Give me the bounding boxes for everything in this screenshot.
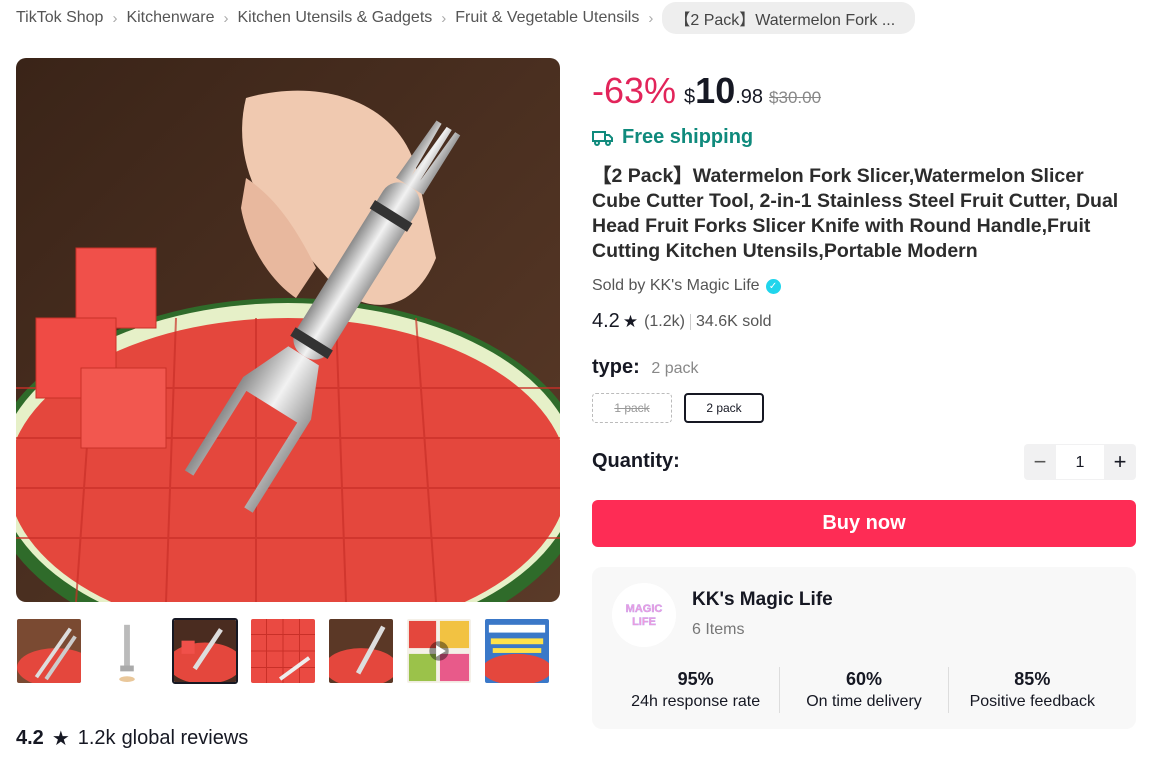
variant-label: type: [592, 356, 640, 378]
stat-value: 95% [677, 669, 714, 689]
thumbnail-3[interactable] [172, 618, 238, 684]
variant-option-2-pack[interactable]: 2 pack [684, 393, 764, 423]
shop-name[interactable]: KK's Magic Life [692, 589, 833, 611]
breadcrumb-fruit-vegetable[interactable]: Fruit & Vegetable Utensils [455, 9, 639, 27]
divider [689, 313, 691, 330]
price-currency: $ [684, 86, 696, 108]
stat-value: 85% [1014, 669, 1051, 689]
stat-label: Positive feedback [969, 693, 1096, 710]
reviews-rating: 4.2 [16, 727, 44, 749]
shop-logo-text-2: LIFE [632, 616, 656, 628]
breadcrumb-kitchenware[interactable]: Kitchenware [126, 9, 214, 27]
shop-items: 6 Items [692, 621, 745, 638]
star-icon: ★ [622, 311, 639, 331]
breadcrumb-current: 【2 Pack】Watermelon Fork ... [662, 2, 916, 34]
thumbnail-strip [16, 618, 550, 684]
stat-value: 60% [845, 669, 882, 689]
price-decimal: .98 [735, 86, 764, 108]
shop-card: MAGIC LIFE KK's Magic Life 6 Items 95% 2… [592, 567, 1136, 729]
quantity-stepper: − 1 + [1024, 444, 1136, 480]
free-shipping: Free shipping [592, 126, 753, 149]
reviews-count: 1.2k [77, 727, 116, 749]
chevron-right-icon: › [441, 9, 447, 27]
chevron-right-icon: › [112, 9, 118, 27]
breadcrumb-kitchen-utensils[interactable]: Kitchen Utensils & Gadgets [238, 9, 433, 27]
quantity-input[interactable]: 1 [1056, 444, 1104, 480]
chevron-right-icon: › [648, 9, 654, 27]
stat-label: 24h response rate [631, 693, 761, 710]
shop-stats: 95% 24h response rate 60% On time delive… [612, 667, 1116, 713]
rating-count: (1.2k) [644, 312, 685, 330]
stat-response-rate: 95% 24h response rate [612, 667, 779, 713]
variant-selected: 2 pack [651, 360, 699, 377]
stat-positive-feedback: 85% Positive feedback [947, 667, 1116, 713]
thumbnail-2[interactable] [94, 618, 160, 684]
plus-icon[interactable]: + [1104, 444, 1136, 480]
breadcrumb-tiktok-shop[interactable]: TikTok Shop [16, 9, 103, 27]
minus-icon[interactable]: − [1024, 444, 1056, 480]
chevron-right-icon: › [223, 9, 229, 27]
price-integer: 10 [695, 70, 736, 111]
thumbnail-7[interactable] [484, 618, 550, 684]
quantity-label: Quantity: [592, 450, 680, 472]
rating-value: 4.2 [592, 310, 620, 332]
shop-logo-text-1: MAGIC [626, 603, 663, 615]
price-row: -63% $ 10 .98 $30.00 [592, 70, 821, 112]
thumbnail-6-video[interactable] [406, 618, 472, 684]
product-main-image[interactable] [16, 58, 560, 602]
discount-badge: -63% [592, 70, 677, 111]
sold-by-label: Sold by KK's Magic Life [592, 277, 760, 294]
shipping-label: Free shipping [622, 126, 754, 148]
verified-check-icon: ✓ [765, 278, 781, 294]
thumbnail-5[interactable] [328, 618, 394, 684]
thumbnail-1[interactable] [16, 618, 82, 684]
stat-label: On time delivery [806, 693, 922, 710]
reviews-label: global reviews [121, 727, 249, 749]
stat-on-time-delivery: 60% On time delivery [779, 667, 947, 713]
truck-icon [592, 130, 613, 146]
sold-count: 34.6K sold [695, 312, 772, 330]
reviews-summary[interactable]: 4.2 ★ 1.2k global reviews [16, 726, 248, 751]
shop-avatar[interactable]: MAGIC LIFE [612, 583, 676, 647]
product-title: 【2 Pack】Watermelon Fork Slicer,Watermelo… [592, 165, 1119, 262]
thumbnail-4[interactable] [250, 618, 316, 684]
rating-row[interactable]: 4.2 ★ (1.2k) 34.6K sold [592, 310, 772, 333]
star-icon: ★ [51, 728, 70, 750]
original-price: $30.00 [769, 88, 822, 107]
buy-now-button[interactable]: Buy now [592, 500, 1136, 547]
variant-label-row: type: 2 pack [592, 356, 699, 379]
variant-option-1-pack[interactable]: 1 pack [592, 393, 672, 423]
seller-line[interactable]: Sold by KK's Magic Life ✓ [592, 277, 781, 295]
breadcrumb: TikTok Shop › Kitchenware › Kitchen Uten… [16, 2, 916, 34]
